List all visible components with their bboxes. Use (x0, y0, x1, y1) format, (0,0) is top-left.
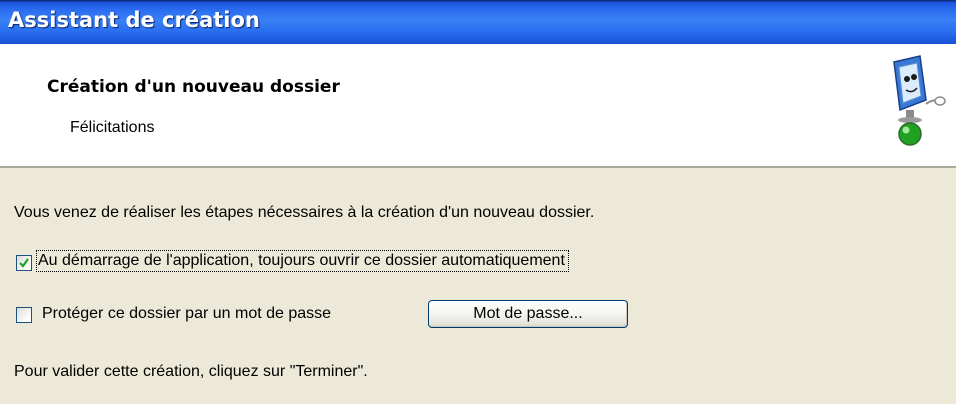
title-bar[interactable]: Assistant de création (0, 0, 956, 44)
wizard-content: Vous venez de réaliser les étapes nécess… (0, 168, 956, 404)
page-title: Création d'un nouveau dossier (47, 77, 340, 97)
protect-checkbox[interactable] (16, 307, 32, 323)
protect-label[interactable]: Protéger ce dossier par un mot de passe (42, 305, 331, 323)
intro-text: Vous venez de réaliser les étapes nécess… (14, 204, 595, 221)
window-title: Assistant de création (8, 8, 260, 32)
page-subtitle: Félicitations (70, 119, 155, 136)
password-button[interactable]: Mot de passe... (428, 300, 628, 328)
auto-open-checkbox[interactable] (16, 255, 32, 271)
wizard-header: Création d'un nouveau dossier Félicitati… (0, 44, 956, 168)
checkmark-icon (19, 258, 29, 268)
wizard-computer-icon (893, 55, 946, 146)
auto-open-label[interactable]: Au démarrage de l'application, toujours … (36, 250, 569, 272)
wizard-window: Assistant de création Création d'un nouv… (0, 0, 956, 404)
final-instruction-text: Pour valider cette création, cliquez sur… (14, 363, 368, 380)
